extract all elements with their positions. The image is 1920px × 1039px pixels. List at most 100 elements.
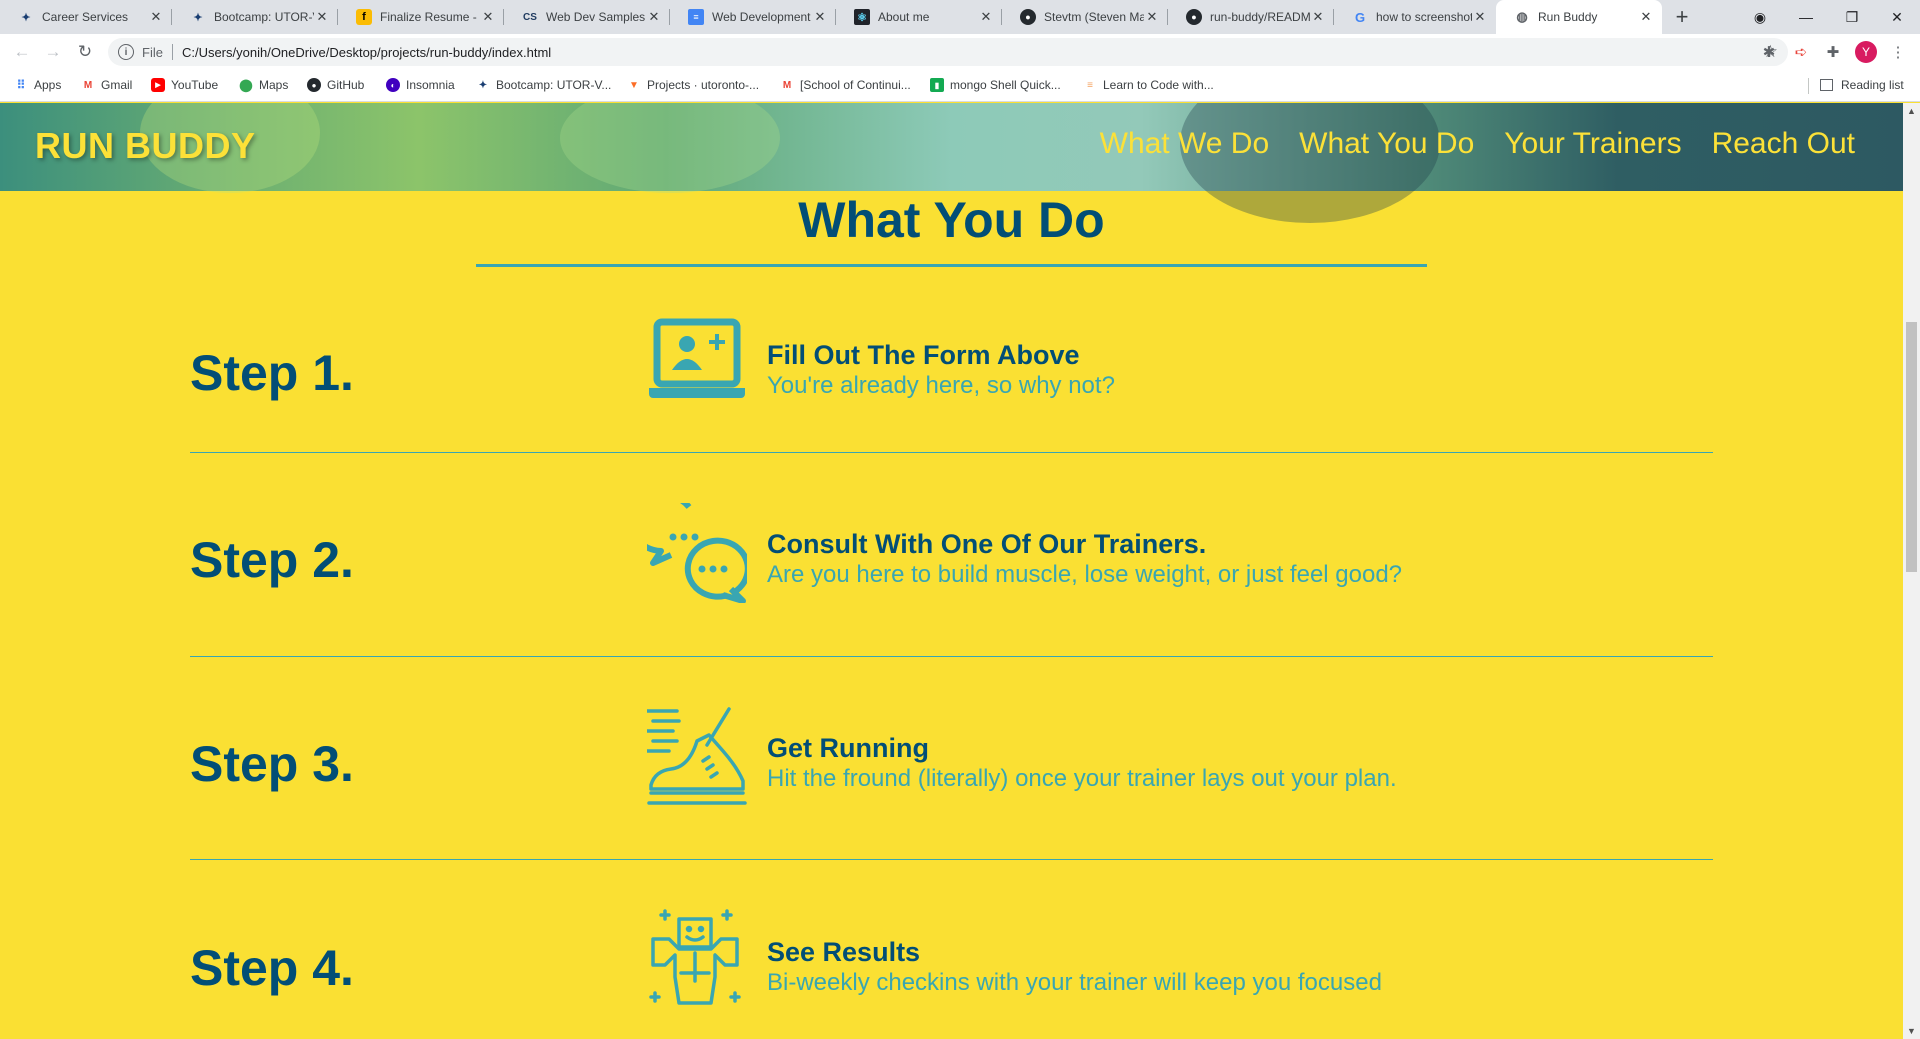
bookmark-apps[interactable]: ⠿ Apps (14, 78, 62, 92)
close-icon[interactable]: ✕ (1472, 9, 1488, 25)
step-number: Step 3. (190, 736, 354, 792)
forward-arrow-icon[interactable]: → (43, 42, 63, 62)
extension-bug-icon[interactable]: ✱ (1759, 42, 1779, 62)
tab-title: Career Services (42, 10, 129, 24)
react-icon: ⚛ (854, 9, 870, 25)
bookmark-label: Insomnia (406, 78, 455, 92)
close-window-icon[interactable]: ✕ (1874, 0, 1920, 34)
site-header: RUN BUDDY What We Do What You Do Your Tr… (0, 103, 1903, 223)
tab-search-icon[interactable]: ◉ (1737, 0, 1783, 34)
close-icon[interactable]: ✕ (812, 9, 828, 25)
back-arrow-icon[interactable]: ← (12, 42, 32, 62)
nav-link-what-you-do[interactable]: What You Do (1299, 127, 1474, 161)
tab-career-services[interactable]: ✦ Career Services ✕ (0, 0, 172, 34)
docs-icon: ≡ (688, 9, 704, 25)
site-brand[interactable]: RUN BUDDY (35, 125, 256, 167)
close-icon[interactable]: ✕ (1144, 9, 1160, 25)
bootcamp-icon: ✦ (478, 79, 488, 91)
step-divider (190, 656, 1713, 657)
scroll-up-arrow-icon[interactable]: ▲ (1907, 106, 1916, 116)
info-icon[interactable]: i (118, 44, 134, 60)
bookmark-youtube[interactable]: ▶ YouTube (151, 78, 218, 92)
nav-link-what-we-do[interactable]: What We Do (1100, 127, 1270, 161)
extension-arrow-icon[interactable]: ➪ (1791, 42, 1811, 62)
step-title: Consult With One Of Our Trainers. (767, 529, 1207, 559)
bookmark-maps[interactable]: ⬤ Maps (239, 78, 288, 92)
tab-title: Bootcamp: UTOR-V (214, 10, 314, 24)
nav-link-reach-out[interactable]: Reach Out (1712, 127, 1855, 161)
step-title: See Results (767, 937, 921, 967)
page-scrollbar[interactable]: ▲ ▼ (1903, 103, 1920, 1039)
step-title: Get Running (767, 733, 929, 763)
cs-icon: CS (523, 11, 537, 23)
tab-title: Stevtm (Steven Ma (1044, 10, 1144, 24)
bookmark-label: Projects · utoronto-... (647, 78, 760, 92)
tab-run-buddy-readme[interactable]: ● run-buddy/READM ✕ (1168, 0, 1334, 34)
scroll-down-arrow-icon[interactable]: ▼ (1907, 1026, 1916, 1036)
youtube-icon: ▶ (151, 78, 165, 92)
insomnia-icon: ◐ (386, 78, 400, 92)
scrollbar-thumb[interactable] (1906, 322, 1917, 572)
restore-icon[interactable]: ❐ (1829, 0, 1875, 34)
step-description: Bi-weekly checkins with your trainer wil… (767, 969, 1382, 996)
learn-icon: ≡ (1087, 79, 1093, 91)
extensions-puzzle-icon[interactable]: ✚ (1823, 42, 1843, 62)
github-icon: ● (1186, 9, 1202, 25)
nav-link-your-trainers[interactable]: Your Trainers (1504, 127, 1681, 161)
tab-finalize-resume[interactable]: f Finalize Resume - F ✕ (338, 0, 504, 34)
step-row: Step 1. Fill Out The Form Above You're a… (190, 318, 1713, 443)
menu-kebab-icon[interactable]: ⋮ (1888, 42, 1908, 62)
close-icon[interactable]: ✕ (978, 9, 994, 25)
minimize-icon[interactable]: — (1783, 0, 1829, 34)
tab-run-buddy[interactable]: ◍ Run Buddy ✕ (1496, 0, 1662, 34)
new-tab-button[interactable]: + (1668, 0, 1696, 34)
tab-title: run-buddy/READM (1210, 10, 1310, 24)
bookmark-label: Apps (34, 78, 62, 92)
tab-web-dev-samples[interactable]: CS Web Dev Samples ✕ (504, 0, 670, 34)
close-icon[interactable]: ✕ (646, 9, 662, 25)
reload-icon[interactable]: ↻ (75, 42, 95, 62)
close-icon[interactable]: ✕ (1310, 9, 1326, 25)
tab-about-me[interactable]: ⚛ About me ✕ (836, 0, 1002, 34)
site-nav: What We Do What You Do Your Trainers Rea… (1100, 127, 1855, 161)
address-bar[interactable]: i File C:/Users/yonih/OneDrive/Desktop/p… (108, 38, 1788, 66)
laptop-add-user-icon (649, 318, 745, 398)
tab-title: how to screenshot (1376, 10, 1472, 24)
mongo-icon: ▮ (930, 78, 944, 92)
close-icon[interactable]: ✕ (480, 9, 496, 25)
close-icon[interactable]: ✕ (314, 9, 330, 25)
bookmark-gmail[interactable]: M Gmail (81, 78, 133, 92)
bookmark-projects[interactable]: ▼ Projects · utoronto-... (627, 78, 759, 92)
tab-title: Finalize Resume - F (380, 10, 480, 24)
gmail-icon: M (782, 79, 792, 91)
bookmark-label: YouTube (171, 78, 219, 92)
bookmarks-bar: ⠿ Apps M Gmail ▶ YouTube ⬤ Maps ● GitHub… (0, 70, 1920, 102)
bookmark-label: [School of Continui... (800, 78, 911, 92)
running-shoe-icon (647, 707, 747, 805)
tab-stevtm[interactable]: ● Stevtm (Steven Ma ✕ (1002, 0, 1168, 34)
reading-list-button[interactable]: Reading list (1820, 78, 1904, 92)
github-icon: ● (307, 78, 321, 92)
bootcamp-icon: ✦ (193, 11, 203, 24)
apps-grid-icon: ⠿ (16, 78, 26, 92)
bookmark-label: Bootcamp: UTOR-V... (496, 78, 612, 92)
bookmark-label: Maps (259, 78, 289, 92)
bookmark-school[interactable]: M [School of Continui... (780, 78, 911, 92)
tab-how-to-screenshot[interactable]: G how to screenshot ✕ (1334, 0, 1496, 34)
bookmark-learn-to-code[interactable]: ≡ Learn to Code with... (1083, 78, 1214, 92)
close-icon[interactable]: ✕ (1638, 9, 1654, 25)
bookmark-mongo[interactable]: ▮ mongo Shell Quick... (930, 78, 1061, 92)
section-title-underline (476, 264, 1427, 267)
profile-avatar[interactable]: Y (1855, 41, 1877, 63)
close-icon[interactable]: ✕ (148, 9, 164, 25)
tab-strip: ✦ Career Services ✕ ✦ Bootcamp: UTOR-V ✕… (0, 0, 1920, 34)
tab-title: Web Dev Samples (546, 10, 646, 24)
address-url[interactable]: C:/Users/yonih/OneDrive/Desktop/projects… (182, 45, 551, 60)
bookmark-github[interactable]: ● GitHub (307, 78, 364, 92)
bookmark-insomnia[interactable]: ◐ Insomnia (386, 78, 455, 92)
bookmark-bootcamp[interactable]: ✦ Bootcamp: UTOR-V... (476, 78, 612, 92)
bookmark-label: GitHub (327, 78, 365, 92)
globe-icon: ◍ (1516, 9, 1528, 24)
tab-bootcamp[interactable]: ✦ Bootcamp: UTOR-V ✕ (172, 0, 338, 34)
tab-web-development[interactable]: ≡ Web Development ✕ (670, 0, 836, 34)
